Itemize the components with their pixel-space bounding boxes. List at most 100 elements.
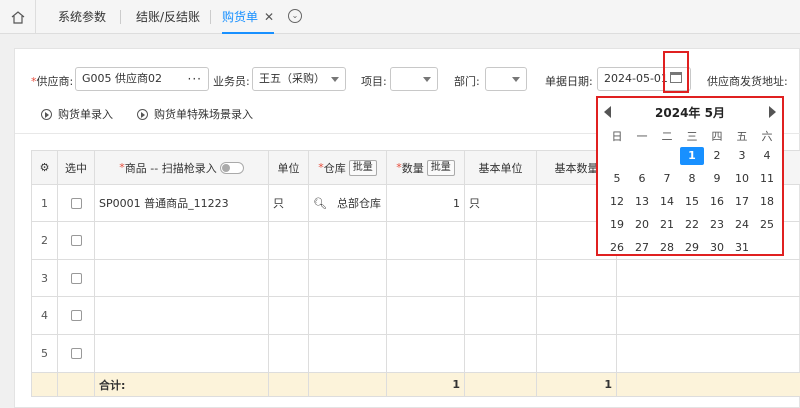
calendar-day[interactable]: 4 xyxy=(755,147,779,165)
row-checkbox[interactable] xyxy=(58,222,95,260)
cell-qty[interactable] xyxy=(387,297,465,335)
cell-base-unit xyxy=(465,260,537,297)
row-number: 2 xyxy=(32,222,58,260)
weekday-label: 三 xyxy=(686,130,698,143)
row-checkbox[interactable] xyxy=(58,260,95,297)
calendar-day[interactable]: 11 xyxy=(755,170,779,188)
calendar-day[interactable]: 22 xyxy=(680,216,704,234)
chevron-down-icon xyxy=(423,77,431,82)
search-icon[interactable]: 🔍︎ xyxy=(313,197,327,210)
calendar-day[interactable]: 27 xyxy=(630,239,654,257)
calendar-day[interactable]: 10 xyxy=(730,170,754,188)
grid-settings-icon[interactable]: ⚙ xyxy=(32,151,58,185)
calendar-day[interactable]: 26 xyxy=(605,239,629,257)
tab-purchase-order-label: 购货单 xyxy=(222,10,259,24)
calendar-day[interactable]: 3 xyxy=(730,147,754,165)
cell-unit[interactable] xyxy=(269,222,309,260)
dept-label: 部门: xyxy=(454,75,480,88)
cell-unit[interactable] xyxy=(269,297,309,335)
warehouse-batch-button[interactable]: 批量 xyxy=(348,159,377,176)
calendar-day[interactable]: 31 xyxy=(730,239,754,257)
row-checkbox[interactable] xyxy=(58,335,95,373)
close-icon[interactable]: ✕ xyxy=(264,10,274,24)
purchase-entry-button[interactable]: 购货单录入 xyxy=(41,106,113,122)
calendar-day[interactable]: 25 xyxy=(755,216,779,234)
calendar-day[interactable]: 5 xyxy=(605,170,629,188)
date-label: 单据日期: xyxy=(545,75,593,88)
calendar-day[interactable]: 16 xyxy=(705,193,729,211)
calendar-day[interactable]: 1 xyxy=(680,147,704,165)
weekday-label: 二 xyxy=(661,130,673,143)
calendar-day[interactable]: 2 xyxy=(705,147,729,165)
header-base-unit: 基本单位 xyxy=(465,151,537,185)
calendar-day[interactable]: 30 xyxy=(705,239,729,257)
cell-qty[interactable] xyxy=(387,335,465,373)
total-cell xyxy=(58,373,95,397)
cell-product[interactable] xyxy=(95,297,269,335)
calendar-day[interactable]: 14 xyxy=(655,193,679,211)
home-icon xyxy=(11,10,24,24)
total-label: 合计: xyxy=(95,373,269,397)
calendar-day[interactable]: 9 xyxy=(705,170,729,188)
chevron-down-icon xyxy=(331,77,339,82)
calendar-day[interactable]: 8 xyxy=(680,170,704,188)
cell-unit[interactable] xyxy=(269,260,309,297)
calendar-day[interactable]: 17 xyxy=(730,193,754,211)
cell-warehouse[interactable] xyxy=(309,222,387,260)
calendar-title: 2024年 5月 xyxy=(655,106,725,120)
dept-select[interactable] xyxy=(485,67,527,91)
calendar-day[interactable]: 23 xyxy=(705,216,729,234)
header-warehouse: * 仓库 批量 xyxy=(309,151,387,185)
calendar-day[interactable]: 12 xyxy=(605,193,629,211)
project-select[interactable] xyxy=(390,67,438,91)
cell-extra xyxy=(617,297,800,335)
calendar-icon[interactable] xyxy=(670,72,682,83)
cell-warehouse[interactable] xyxy=(309,335,387,373)
calendar-day[interactable]: 21 xyxy=(655,216,679,234)
calendar-day[interactable]: 24 xyxy=(730,216,754,234)
calendar-day[interactable]: 19 xyxy=(605,216,629,234)
cell-qty[interactable] xyxy=(387,260,465,297)
calendar-day[interactable]: 13 xyxy=(630,193,654,211)
cell-extra xyxy=(617,335,800,373)
tab-system-params[interactable]: 系统参数 xyxy=(58,0,106,34)
tab-separator xyxy=(120,10,121,24)
calendar-day[interactable]: 6 xyxy=(630,170,654,188)
calendar-day[interactable]: 7 xyxy=(655,170,679,188)
next-month-icon[interactable] xyxy=(769,106,776,118)
supplier-field[interactable]: G005 供应商02 ··· xyxy=(75,67,209,91)
row-number: 4 xyxy=(32,297,58,335)
home-tab[interactable] xyxy=(0,0,36,34)
supplier-value: G005 供应商02 xyxy=(82,72,163,85)
row-checkbox[interactable] xyxy=(58,297,95,335)
calendar-day[interactable]: 20 xyxy=(630,216,654,234)
special-entry-button[interactable]: 购货单特殊场景录入 xyxy=(137,106,253,122)
tab-closing[interactable]: 结账/反结账 xyxy=(136,0,200,34)
salesman-select[interactable]: 王五（采购） xyxy=(252,67,346,91)
cell-product[interactable] xyxy=(95,260,269,297)
scanner-toggle[interactable] xyxy=(219,161,244,174)
more-icon[interactable]: ··· xyxy=(188,68,202,90)
cell-base-unit xyxy=(465,335,537,373)
calendar-day[interactable]: 29 xyxy=(680,239,704,257)
total-cell xyxy=(465,373,537,397)
cell-qty[interactable] xyxy=(387,222,465,260)
row-checkbox[interactable] xyxy=(58,185,95,222)
cell-warehouse[interactable] xyxy=(309,260,387,297)
cell-unit[interactable]: 只 xyxy=(269,185,309,222)
calendar-day[interactable]: 18 xyxy=(755,193,779,211)
cell-product[interactable] xyxy=(95,222,269,260)
cell-product[interactable]: SP0001 普通商品_11223 xyxy=(95,185,269,222)
calendar-day[interactable]: 15 xyxy=(680,193,704,211)
supplier-label: *供应商: xyxy=(31,75,74,88)
tab-purchase-order[interactable]: 购货单 ✕ xyxy=(222,0,275,34)
chevron-down-icon[interactable]: ⌄ xyxy=(288,9,302,23)
row-number: 5 xyxy=(32,335,58,373)
cell-qty[interactable]: 1 xyxy=(387,185,465,222)
cell-unit[interactable] xyxy=(269,335,309,373)
cell-product[interactable] xyxy=(95,335,269,373)
cell-warehouse[interactable] xyxy=(309,297,387,335)
qty-batch-button[interactable]: 批量 xyxy=(426,159,455,176)
cell-warehouse[interactable]: 🔍︎ 总部仓库 xyxy=(309,185,387,222)
calendar-day[interactable]: 28 xyxy=(655,239,679,257)
